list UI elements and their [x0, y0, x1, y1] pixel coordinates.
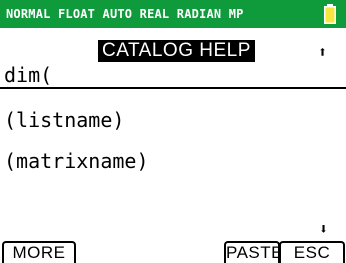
battery-icon — [324, 4, 336, 24]
function-name: dim( — [4, 63, 53, 87]
scroll-up-arrow-icon: ⬆ — [318, 43, 328, 61]
esc-button[interactable]: ESC — [279, 241, 345, 263]
argument-syntax-line: (listname) — [4, 108, 125, 132]
argument-syntax-line: (matrixname) — [4, 149, 149, 173]
paste-button[interactable]: PASTE — [224, 241, 282, 263]
page-title: CATALOG HELP — [98, 40, 255, 62]
divider — [0, 87, 346, 89]
status-bar: NORMAL FLOAT AUTO REAL RADIAN MP — [0, 0, 346, 28]
mode-status-text: NORMAL FLOAT AUTO REAL RADIAN MP — [6, 7, 244, 21]
scroll-down-arrow-icon: ⬇ — [319, 220, 329, 238]
more-button[interactable]: MORE — [2, 241, 76, 263]
